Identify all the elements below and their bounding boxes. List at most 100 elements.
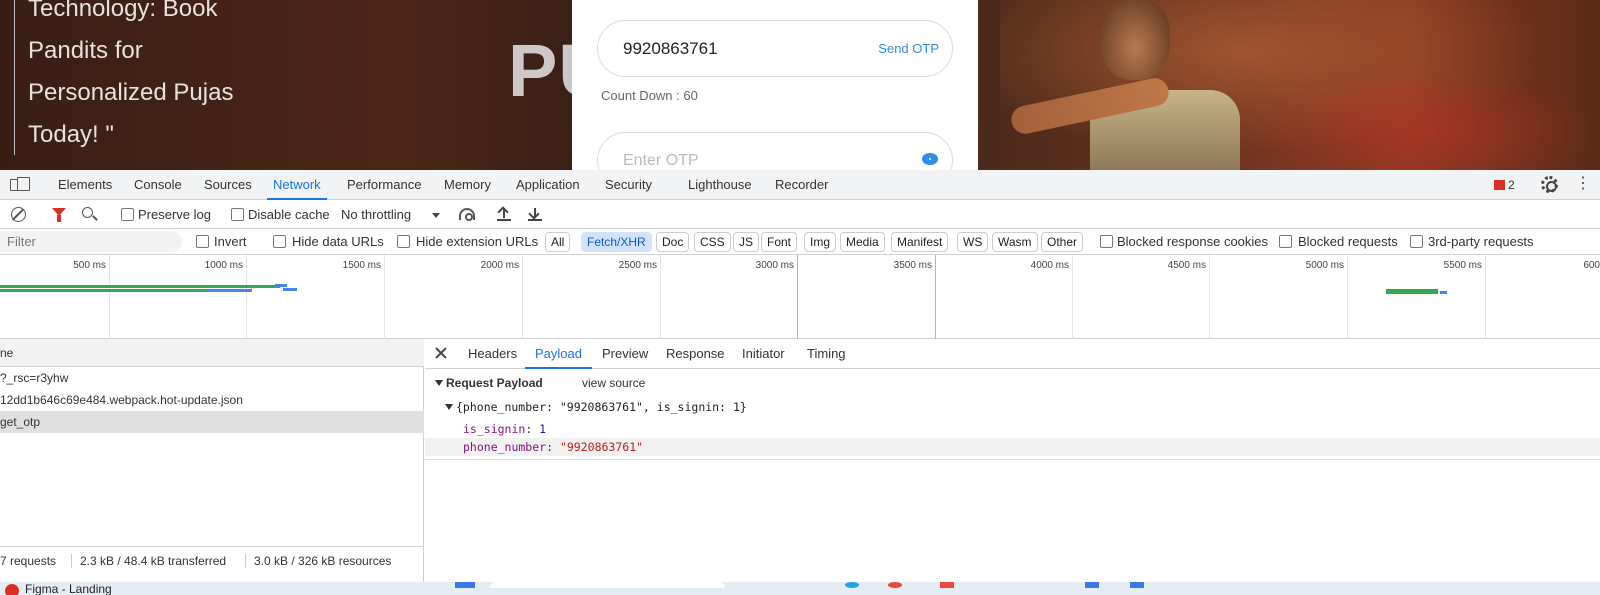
tab-security[interactable]: Security [605, 170, 652, 200]
network-conditions-icon[interactable] [459, 208, 475, 221]
type-chip-wasm[interactable]: Wasm [992, 232, 1038, 252]
prop-value: 1 [539, 422, 547, 436]
error-count-badge[interactable]: 2 [1494, 178, 1515, 192]
type-chip-other[interactable]: Other [1041, 232, 1084, 252]
countdown-text: Count Down : 60 [601, 88, 698, 103]
expand-triangle-icon[interactable] [445, 404, 453, 410]
tab-lighthouse[interactable]: Lighthouse [688, 170, 752, 200]
phone-value[interactable]: 9920863761 [623, 39, 718, 59]
payload-object-summary[interactable]: {phone_number: "9920863761", is_signin: … [445, 400, 747, 414]
error-count: 2 [1508, 178, 1515, 192]
preserve-log-checkbox[interactable] [121, 208, 134, 221]
taskbar-app-icon[interactable] [455, 582, 475, 588]
tab-headers[interactable]: Headers [468, 339, 517, 369]
type-chip-manifest[interactable]: Manifest [891, 232, 949, 252]
column-header-name[interactable]: ne [0, 339, 424, 367]
tick-label: 500 ms [73, 260, 106, 271]
taskbar-app-icon[interactable] [1130, 582, 1144, 588]
type-chip-js[interactable]: JS [733, 232, 760, 252]
tab-timing[interactable]: Timing [807, 339, 846, 369]
tab-recorder[interactable]: Recorder [775, 170, 828, 200]
tick-line [246, 255, 247, 339]
third-party-checkbox[interactable] [1410, 235, 1423, 248]
taskbar-app-icon[interactable] [1085, 582, 1099, 588]
invert-label: Invert [214, 234, 247, 249]
timeline-request-bar [283, 288, 297, 291]
tick-line [1209, 255, 1210, 339]
disable-cache-label: Disable cache [248, 207, 330, 222]
blocked-requests-label: Blocked requests [1298, 234, 1398, 249]
type-chip-ws[interactable]: WS [957, 232, 989, 252]
timeline-overview[interactable]: 500 ms 1000 ms 1500 ms 2000 ms 2500 ms 3… [0, 255, 1600, 339]
type-chip-doc[interactable]: Doc [656, 232, 690, 252]
taskbar-app-label[interactable]: Figma - Landing [25, 582, 112, 595]
blocked-response-cookies-checkbox[interactable] [1100, 235, 1113, 248]
request-row[interactable]: ?_rsc=r3yhw [0, 367, 424, 389]
prop-colon: : [546, 440, 560, 454]
filter-input[interactable]: Filter [0, 231, 182, 252]
throttling-select[interactable]: No throttling [341, 207, 411, 222]
settings-gear-icon[interactable] [1541, 176, 1558, 193]
filter-bar: Filter Invert Hide data URLs Hide extens… [0, 229, 1600, 255]
search-icon[interactable] [82, 207, 93, 218]
hide-extension-urls-checkbox[interactable] [397, 235, 410, 248]
tab-response[interactable]: Response [666, 339, 725, 369]
invert-checkbox[interactable] [196, 235, 209, 248]
taskbar-search-box[interactable] [490, 582, 725, 588]
request-payload-heading[interactable]: Request Payload [435, 376, 543, 390]
request-row[interactable]: 12dd1b646c69e484.webpack.hot-update.json [0, 389, 424, 411]
os-taskbar: Figma - Landing [0, 582, 1600, 595]
tab-preview[interactable]: Preview [602, 339, 648, 369]
more-options-icon[interactable]: ⋮ [1575, 175, 1591, 193]
phone-field[interactable]: 9920863761 Send OTP [597, 20, 953, 77]
tab-application[interactable]: Application [516, 170, 580, 200]
tick-label: 4000 ms [1030, 260, 1069, 271]
tick-label: 4500 ms [1167, 260, 1206, 271]
tab-elements[interactable]: Elements [58, 170, 112, 200]
expand-triangle-icon[interactable] [435, 380, 443, 386]
chevron-down-icon[interactable] [432, 213, 440, 218]
hero-figure-head [1100, 0, 1170, 80]
taskbar-app-icon[interactable] [888, 582, 902, 588]
request-row-selected[interactable]: get_otp [0, 411, 424, 433]
device-toolbar-icon[interactable] [10, 177, 30, 191]
taskbar-app-icon[interactable] [940, 582, 954, 588]
type-chip-all[interactable]: All [545, 232, 571, 252]
blocked-response-cookies-label: Blocked response cookies [1117, 234, 1269, 249]
taskbar-app-icon[interactable] [845, 582, 859, 588]
close-icon[interactable] [434, 346, 448, 360]
payload-prop-is-signin[interactable]: is_signin: 1 [425, 420, 1600, 438]
error-flag-icon [1494, 180, 1505, 190]
type-chip-img[interactable]: Img [804, 232, 837, 252]
tab-payload[interactable]: Payload [525, 339, 592, 369]
hide-data-urls-checkbox[interactable] [273, 235, 286, 248]
tab-initiator[interactable]: Initiator [742, 339, 785, 369]
tab-sources[interactable]: Sources [204, 170, 252, 200]
otp-field[interactable]: Enter OTP [597, 132, 953, 170]
eye-icon[interactable] [922, 153, 938, 165]
disable-cache-checkbox[interactable] [231, 208, 244, 221]
type-chip-css[interactable]: CSS [694, 232, 731, 252]
filter-funnel-icon[interactable] [52, 208, 66, 222]
tick-line [109, 255, 110, 339]
blocked-requests-checkbox[interactable] [1279, 235, 1292, 248]
tab-console[interactable]: Console [134, 170, 182, 200]
type-chip-media[interactable]: Media [840, 232, 885, 252]
tab-network[interactable]: Network [267, 170, 327, 200]
tick-line [935, 255, 936, 339]
alert-icon[interactable] [5, 584, 19, 595]
type-chip-fetch-xhr[interactable]: Fetch/XHR [581, 232, 652, 252]
otp-placeholder[interactable]: Enter OTP [623, 152, 699, 170]
view-source-link[interactable]: view source [582, 376, 645, 390]
transferred-size: 2.3 kB / 48.4 kB transferred [80, 554, 227, 568]
payload-prop-phone-number[interactable]: phone_number: "9920863761" [425, 438, 1600, 456]
tick-label: 1500 ms [342, 260, 381, 271]
type-chip-font[interactable]: Font [761, 232, 798, 252]
tab-performance[interactable]: Performance [347, 170, 421, 200]
payload-object-text: {phone_number: "9920863761", is_signin: … [456, 400, 747, 414]
payload-divider [425, 459, 1600, 460]
send-otp-button[interactable]: Send OTP [878, 41, 939, 56]
clear-icon[interactable] [11, 207, 26, 222]
quote-line: Today! " [28, 121, 114, 148]
tab-memory[interactable]: Memory [444, 170, 491, 200]
